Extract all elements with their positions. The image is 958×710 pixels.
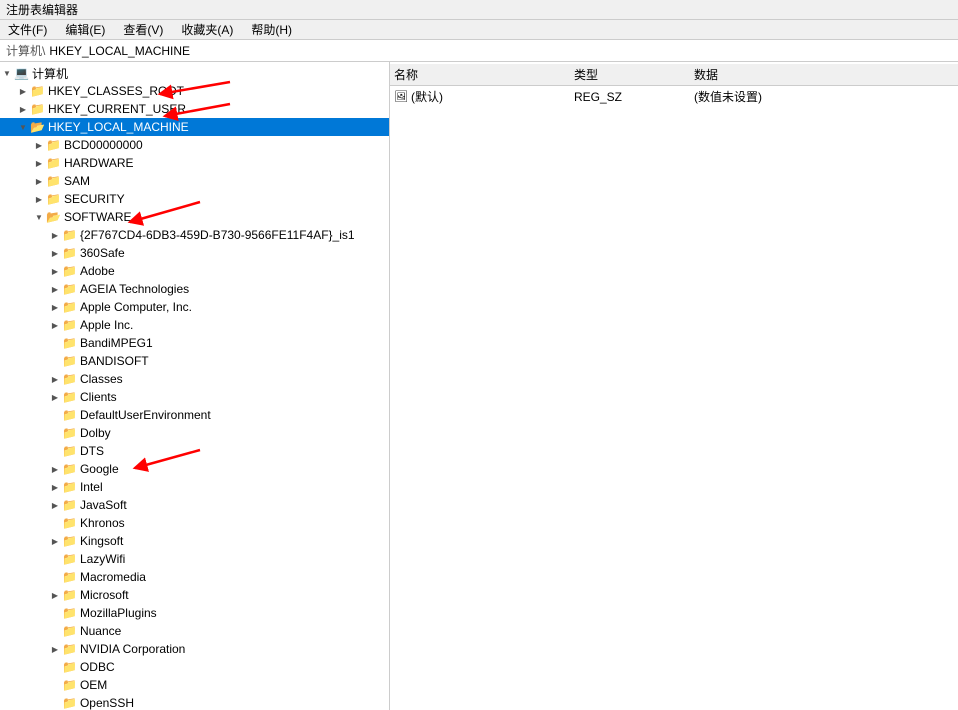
address-path[interactable]: HKEY_LOCAL_MACHINE (49, 44, 190, 58)
tree-node-apple_inc[interactable]: ▶📁Apple Inc. (0, 316, 389, 334)
tree-node-kingsoft[interactable]: ▶📁Kingsoft (0, 532, 389, 550)
col-type-header: 类型 (574, 66, 694, 83)
tree-node-hardware[interactable]: ▶📁HARDWARE (0, 154, 389, 172)
tree-node-mozillaplugins[interactable]: 📁MozillaPlugins (0, 604, 389, 622)
tree-node-dts[interactable]: 📁DTS (0, 442, 389, 460)
title-text: 注册表编辑器 (6, 1, 78, 18)
tree-panel: ▼💻计算机▶📁HKEY_CLASSES_ROOT▶📁HKEY_CURRENT_U… (0, 62, 390, 710)
menu-edit[interactable]: 编辑(E) (61, 20, 109, 39)
tree-node-intel[interactable]: ▶📁Intel (0, 478, 389, 496)
data-panel: 名称 类型 数据 🖼 (默认) REG_SZ (数值未设置) (390, 62, 958, 710)
registry-value-data: (数值未设置) (694, 88, 894, 105)
tree-node-hkey_local_machine[interactable]: ▼📂HKEY_LOCAL_MACHINE (0, 118, 389, 136)
tree-node-ageia[interactable]: ▶📁AGEIA Technologies (0, 280, 389, 298)
tree-node-lazywifi[interactable]: 📁LazyWifi (0, 550, 389, 568)
menu-view[interactable]: 查看(V) (119, 20, 167, 39)
col-name-header: 名称 (394, 66, 574, 83)
tree-node-defaultuserenvironment[interactable]: 📁DefaultUserEnvironment (0, 406, 389, 424)
registry-value-type: REG_SZ (574, 90, 694, 104)
tree-node-adobe[interactable]: ▶📁Adobe (0, 262, 389, 280)
tree-node-clients[interactable]: ▶📁Clients (0, 388, 389, 406)
tree-node-software[interactable]: ▼📂SOFTWARE (0, 208, 389, 226)
tree-node-bandimpeg1[interactable]: 📁BandiMPEG1 (0, 334, 389, 352)
address-bar: 计算机\ HKEY_LOCAL_MACHINE (0, 40, 958, 62)
tree-node-sam[interactable]: ▶📁SAM (0, 172, 389, 190)
tree-node-dolby[interactable]: 📁Dolby (0, 424, 389, 442)
data-header: 名称 类型 数据 (390, 64, 958, 86)
registry-value-name: (默认) (411, 88, 443, 105)
tree-node-hkey_current_user[interactable]: ▶📁HKEY_CURRENT_USER (0, 100, 389, 118)
col-data-header: 数据 (694, 66, 894, 83)
title-bar: 注册表编辑器 (0, 0, 958, 20)
tree-node-macromedia[interactable]: 📁Macromedia (0, 568, 389, 586)
tree-node-nuance[interactable]: 📁Nuance (0, 622, 389, 640)
tree-node-360safe[interactable]: ▶📁360Safe (0, 244, 389, 262)
tree-node-microsoft[interactable]: ▶📁Microsoft (0, 586, 389, 604)
tree-node-classes[interactable]: ▶📁Classes (0, 370, 389, 388)
menu-file[interactable]: 文件(F) (4, 20, 51, 39)
registry-value-icon: 🖼 (394, 90, 408, 103)
menu-help[interactable]: 帮助(H) (247, 20, 296, 39)
tree-node-nvidia[interactable]: ▶📁NVIDIA Corporation (0, 640, 389, 658)
tree-node-apple_computer[interactable]: ▶📁Apple Computer, Inc. (0, 298, 389, 316)
menu-favorites[interactable]: 收藏夹(A) (177, 20, 237, 39)
tree-node-bcd00000000[interactable]: ▶📁BCD00000000 (0, 136, 389, 154)
tree-node-hkey_classes_root[interactable]: ▶📁HKEY_CLASSES_ROOT (0, 82, 389, 100)
tree-node-security[interactable]: ▶📁SECURITY (0, 190, 389, 208)
address-prefix: 计算机\ (6, 42, 45, 59)
tree-node-javasoft[interactable]: ▶📁JavaSoft (0, 496, 389, 514)
tree-node-2f767cd4[interactable]: ▶📁{2F767CD4-6DB3-459D-B730-9566FE11F4AF}… (0, 226, 389, 244)
tree-node-oem[interactable]: 📁OEM (0, 676, 389, 694)
data-row[interactable]: 🖼 (默认) REG_SZ (数值未设置) (390, 86, 958, 107)
tree-node-openssh[interactable]: 📁OpenSSH (0, 694, 389, 710)
tree-node-google[interactable]: ▶📁Google (0, 460, 389, 478)
tree-node-khronos[interactable]: 📁Khronos (0, 514, 389, 532)
tree-node-computer[interactable]: ▼💻计算机 (0, 64, 389, 82)
tree-node-odbc[interactable]: 📁ODBC (0, 658, 389, 676)
menu-bar: 文件(F) 编辑(E) 查看(V) 收藏夹(A) 帮助(H) (0, 20, 958, 40)
tree-node-bandisoft[interactable]: 📁BANDISOFT (0, 352, 389, 370)
